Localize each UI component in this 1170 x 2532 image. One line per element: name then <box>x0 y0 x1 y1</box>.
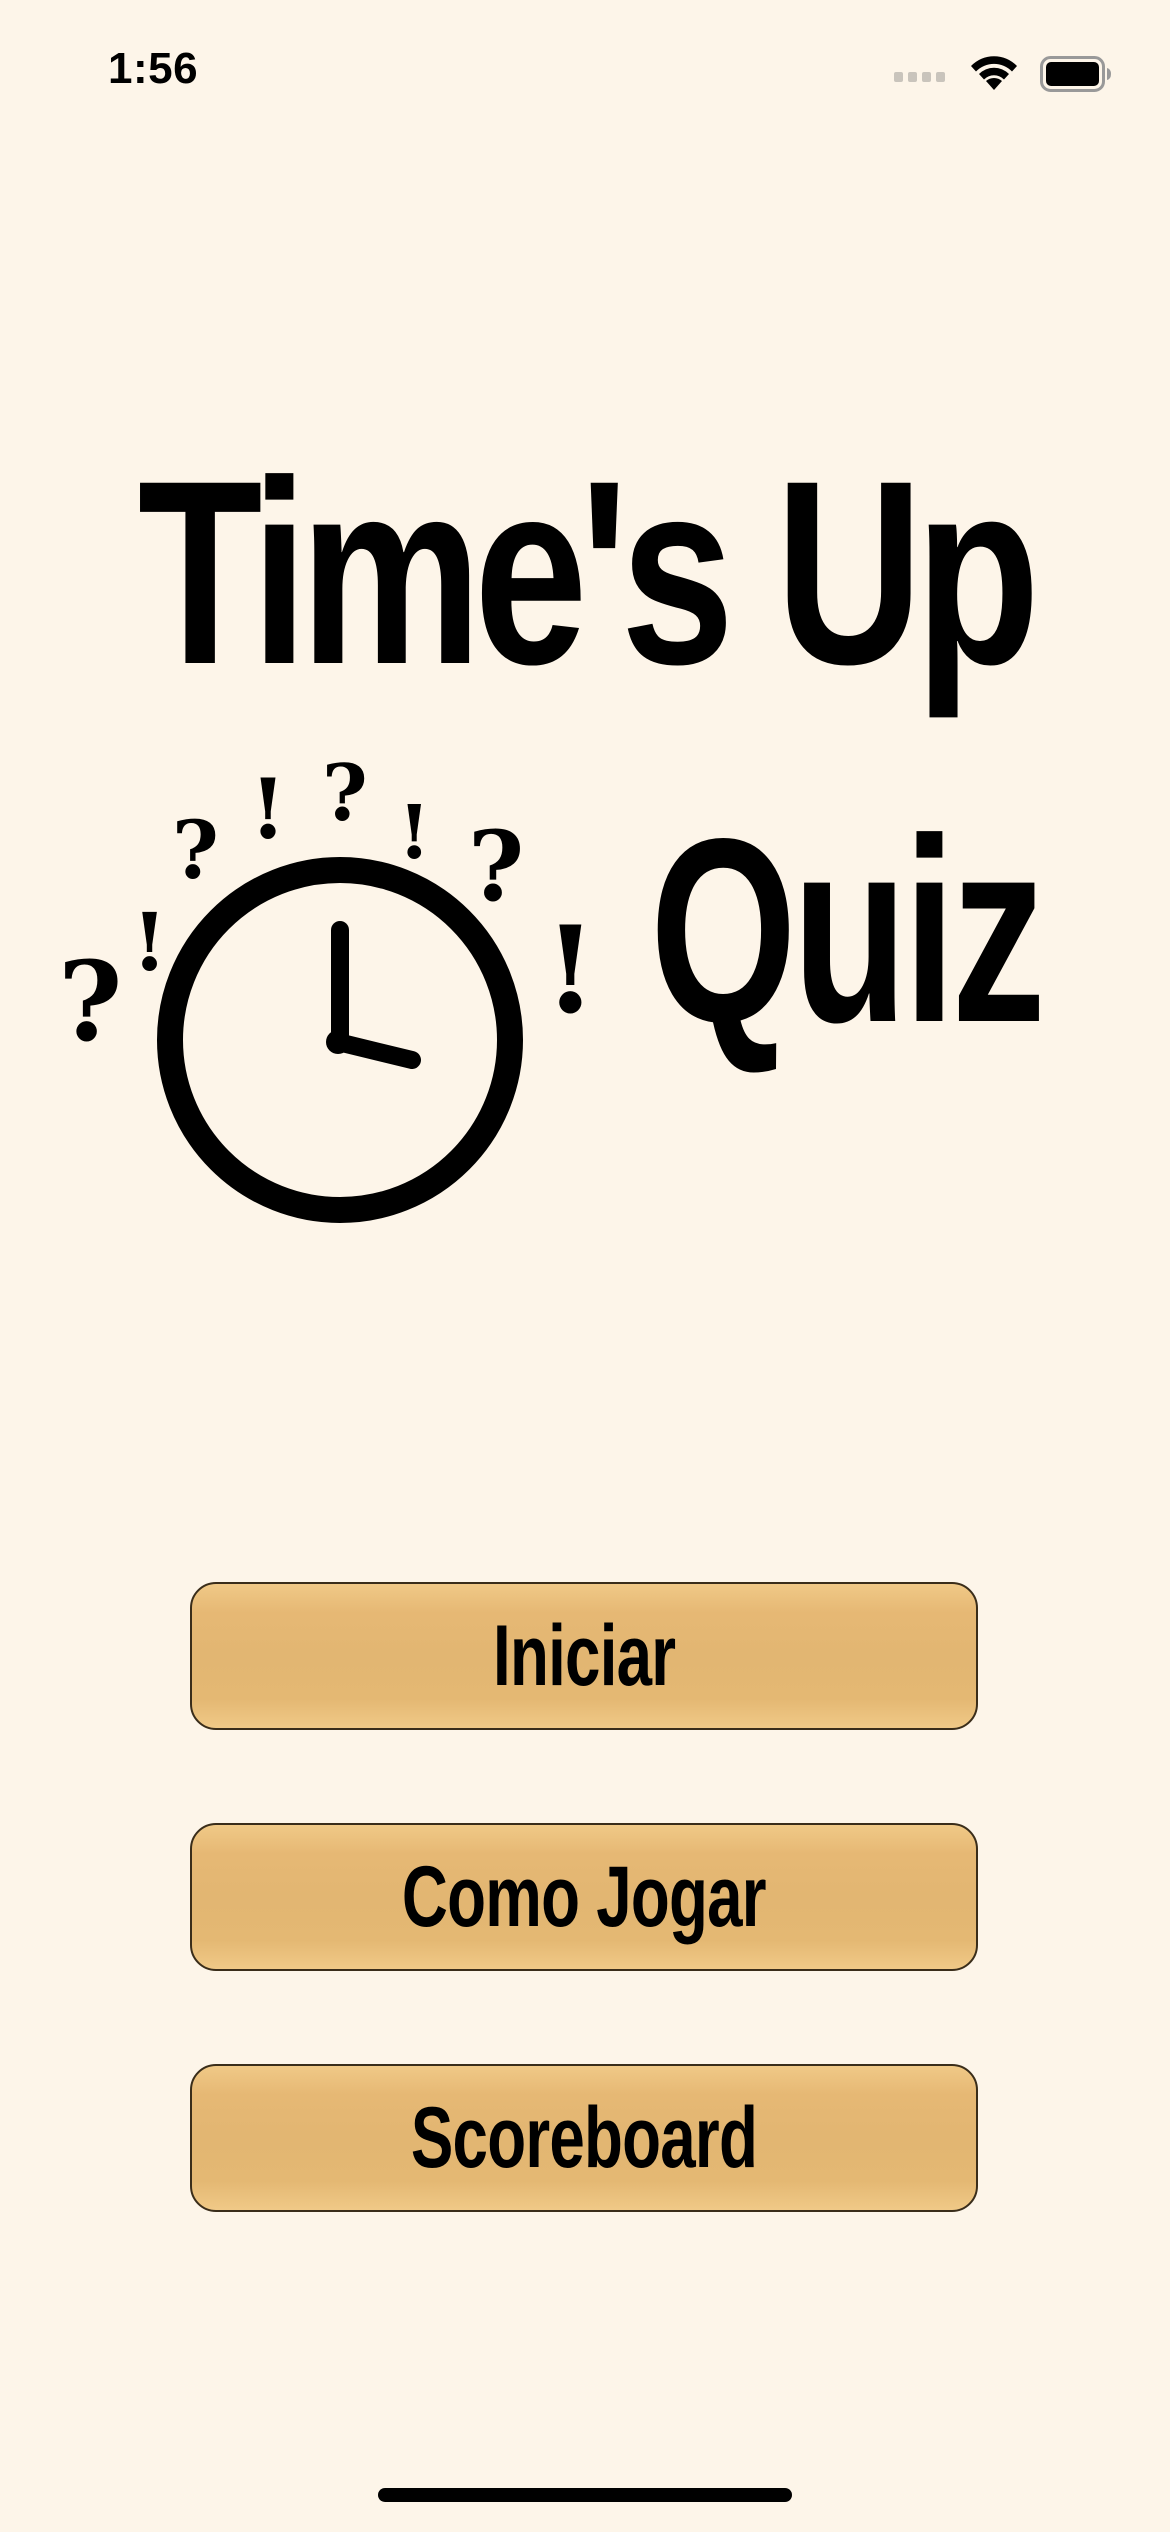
scoreboard-button-label: Scoreboard <box>410 2089 758 2186</box>
exclamation-mark: ! <box>132 895 167 989</box>
wifi-icon <box>971 56 1017 90</box>
exclamation-mark: ! <box>398 790 430 876</box>
question-mark: ? <box>58 937 122 1066</box>
scoreboard-button[interactable]: Scoreboard <box>190 2064 978 2212</box>
question-mark: ? <box>322 748 368 839</box>
question-mark: ? <box>468 810 524 923</box>
exclamation-mark: ! <box>544 900 597 1041</box>
how-to-play-button[interactable]: Como Jogar <box>190 1823 978 1971</box>
status-icons <box>894 52 1112 96</box>
question-mark: ? <box>172 803 219 897</box>
home-indicator[interactable] <box>378 2488 792 2502</box>
app-title-line2: Quiz <box>650 784 1046 1077</box>
cellular-signal-icon <box>894 72 945 82</box>
how-to-play-button-label: Como Jogar <box>402 1848 767 1945</box>
start-button-label: Iniciar <box>492 1607 676 1704</box>
app-title: Time's Up <box>137 426 1040 719</box>
clock-icon: ? ! ? ! ? ! ? ! <box>58 748 597 1223</box>
battery-icon <box>1040 56 1111 92</box>
start-button[interactable]: Iniciar <box>190 1582 978 1730</box>
exclamation-mark: ! <box>250 762 286 858</box>
status-time: 1:56 <box>108 44 199 93</box>
